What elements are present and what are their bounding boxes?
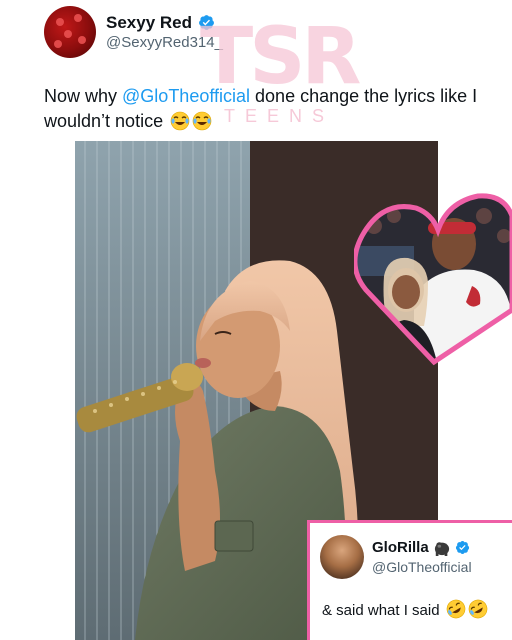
quote-text: & said what I said [322, 599, 488, 619]
gorilla-icon [434, 542, 449, 556]
laughing-tears-emoji-icon [170, 111, 190, 131]
avatar[interactable] [44, 6, 96, 58]
heart-inset-photo[interactable] [352, 186, 512, 368]
tweet-text-start: Now why [44, 86, 123, 106]
mention-link[interactable]: @GloTheofficial [122, 86, 250, 106]
quote-handle[interactable]: @GloTheofficial [372, 559, 472, 575]
quote-tweet-card[interactable]: GloRilla @GloTheofficial & said what I s… [307, 520, 512, 640]
verified-badge-icon [455, 541, 469, 555]
tweet-header: Sexyy Red @SexyyRed314_ [44, 6, 223, 58]
tweet-text: Now why @GloTheofficial done change the … [44, 84, 484, 134]
quote-display-name[interactable]: GloRilla [372, 539, 429, 556]
rofl-emoji-icon [446, 599, 466, 619]
laughing-tears-emoji-icon [192, 111, 212, 131]
rofl-emoji-icon [468, 599, 488, 619]
quote-text-body: & said what I said [322, 602, 440, 619]
display-name[interactable]: Sexyy Red [106, 13, 192, 33]
quote-avatar[interactable] [320, 535, 364, 579]
heart-frame-icon [352, 193, 512, 366]
